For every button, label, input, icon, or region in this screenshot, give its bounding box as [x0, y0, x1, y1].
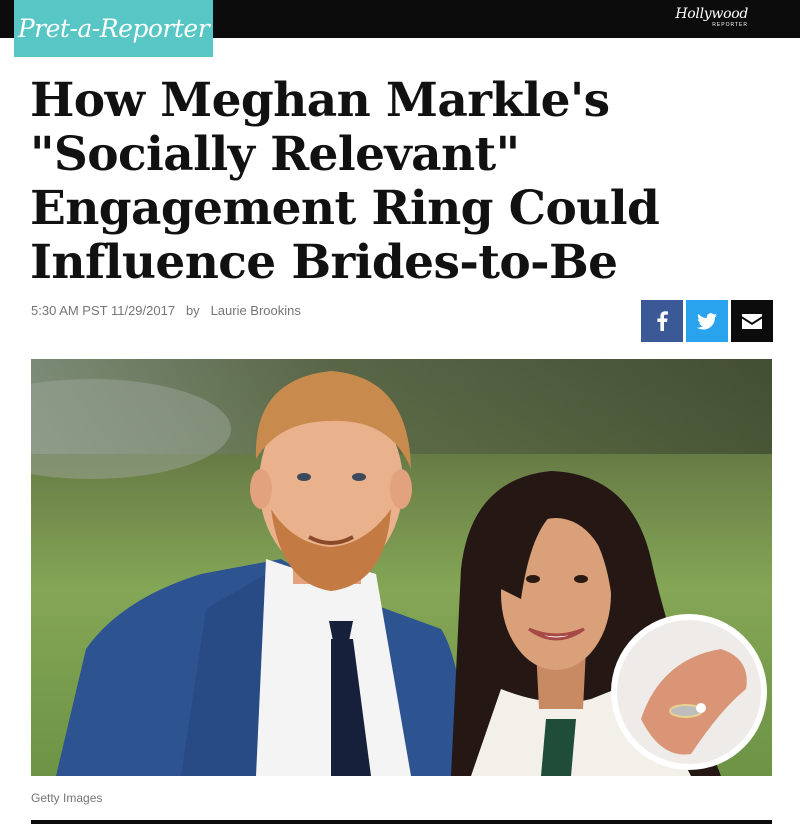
divider — [31, 820, 772, 824]
twitter-share-button[interactable] — [686, 300, 728, 342]
headline-line: How Meghan Markle's — [30, 73, 610, 128]
facebook-icon — [657, 311, 668, 331]
section-tab-pret-a-reporter[interactable]: Pret-a-Reporter — [14, 0, 213, 57]
section-tab-label: Pret-a-Reporter — [17, 14, 210, 43]
article-headline: How Meghan Markle's "Socially Relevant" … — [30, 74, 730, 290]
hollywood-reporter-logo[interactable]: Hollywood REPORTER — [675, 7, 748, 28]
headline-line: Engagement Ring Could — [30, 181, 660, 236]
photo-credit: Getty Images — [31, 791, 103, 805]
article-timestamp: 5:30 AM PST 11/29/2017 — [31, 303, 176, 318]
headline-line: Influence Brides-to-Be — [30, 235, 618, 290]
twitter-icon — [697, 312, 717, 329]
logo-wordmark: Hollywood — [675, 6, 748, 22]
byline-prefix: by — [185, 303, 200, 318]
facebook-share-button[interactable] — [641, 300, 683, 342]
hero-photo — [31, 359, 772, 776]
logo-subtext: REPORTER — [712, 22, 748, 28]
email-icon — [742, 313, 762, 329]
author-link[interactable]: Laurie Brookins — [211, 303, 301, 318]
headline-line: "Socially Relevant" — [30, 127, 520, 182]
couple-photo-illustration — [31, 359, 772, 776]
email-share-button[interactable] — [731, 300, 773, 342]
article-byline: 5:30 AM PST 11/29/2017 by Laurie Brookin… — [31, 303, 301, 318]
